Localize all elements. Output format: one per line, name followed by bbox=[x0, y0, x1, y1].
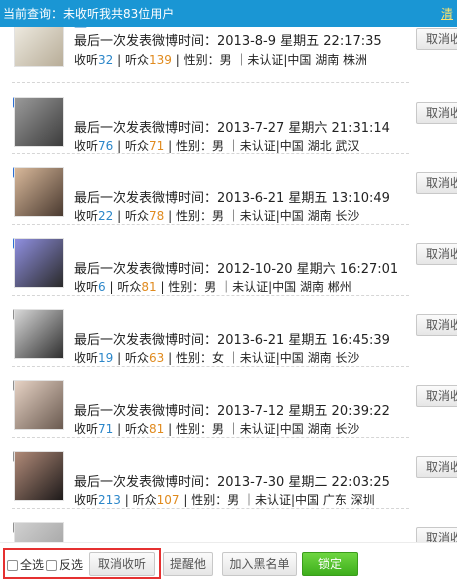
user-list: 王 最后一次发表微博时间：2013-8-9 星期五 22:17:35 收听32 … bbox=[0, 27, 457, 542]
list-item: 王 最后一次发表微博时间：2013-8-9 星期五 22:17:35 收听32 … bbox=[0, 27, 457, 83]
unfollow-button[interactable]: 取消收 bbox=[416, 527, 457, 542]
user-info: 性别：男 ｜未认证|中国 湖南 长沙 bbox=[175, 209, 360, 223]
list-item: 取消收 bbox=[0, 509, 457, 542]
user-stats: 收听76 | 听众71 | 性别：男 ｜未认证|中国 湖北 武汉 bbox=[74, 139, 360, 153]
fans-count[interactable]: 63 bbox=[149, 351, 164, 365]
last-post-time: 最后一次发表微博时间：2012-10-20 星期六 16:27:01 bbox=[74, 262, 399, 277]
unfollow-button[interactable]: 取消收 bbox=[416, 172, 457, 194]
last-post-time: 最后一次发表微博时间：2013-7-30 星期二 22:03:25 bbox=[74, 475, 390, 490]
listen-count[interactable]: 6 bbox=[98, 280, 106, 294]
unfollow-button[interactable]: 取消收 bbox=[416, 28, 457, 50]
fans-count[interactable]: 78 bbox=[149, 209, 164, 223]
listen-label: 收听 bbox=[74, 422, 99, 436]
list-item: 最后一次发表微博时间：2012-10-20 星期六 16:27:01 收听6 |… bbox=[0, 225, 457, 296]
avatar[interactable] bbox=[14, 309, 64, 359]
clear-link[interactable]: 清 bbox=[441, 5, 453, 22]
list-item: 最后一次发表微博时间：2013-7-27 星期六 21:31:14 收听76 |… bbox=[0, 83, 457, 154]
unfollow-button[interactable]: 取消收 bbox=[416, 314, 457, 336]
invert-label[interactable]: 反选 bbox=[59, 556, 83, 573]
listen-label: 收听 bbox=[74, 53, 99, 67]
last-post-time: 最后一次发表微博时间：2013-7-12 星期五 20:39:22 bbox=[74, 404, 390, 419]
invert-checkbox[interactable] bbox=[46, 560, 57, 571]
user-stats: 收听22 | 听众78 | 性别：男 ｜未认证|中国 湖南 长沙 bbox=[74, 209, 360, 223]
fans-label: 听众 bbox=[117, 280, 142, 294]
last-post-time: 最后一次发表微博时间：2013-6-21 星期五 13:10:49 bbox=[74, 191, 390, 206]
listen-label: 收听 bbox=[74, 351, 99, 365]
query-title: 当前查询：未收听我共83位用户 bbox=[3, 7, 175, 21]
list-item: 最后一次发表微博时间：2013-7-12 星期五 20:39:22 收听71 |… bbox=[0, 367, 457, 438]
listen-count[interactable]: 76 bbox=[98, 139, 113, 153]
avatar[interactable] bbox=[14, 27, 64, 67]
user-stats: 收听19 | 听众63 | 性别：女 ｜未认证|中国 湖南 长沙 bbox=[74, 351, 360, 365]
user-info: 性别：男 ｜未认证|中国 广东 深圳 bbox=[191, 493, 375, 507]
last-post-time: 最后一次发表微博时间：2013-6-21 星期五 16:45:39 bbox=[74, 333, 390, 348]
fans-label: 听众 bbox=[132, 493, 157, 507]
last-post-time: 最后一次发表微博时间：2013-8-9 星期五 22:17:35 bbox=[74, 34, 382, 49]
fans-count[interactable]: 139 bbox=[149, 53, 172, 67]
user-stats: 收听6 | 听众81 | 性别：男 ｜未认证|中国 湖南 郴州 bbox=[74, 280, 352, 294]
top-bar: 当前查询：未收听我共83位用户 清 bbox=[0, 0, 457, 27]
listen-label: 收听 bbox=[74, 209, 99, 223]
fans-count[interactable]: 107 bbox=[157, 493, 180, 507]
footer-toolbar: 全选 反选 取消收听 提醒他 加入黑名单 锁定 bbox=[0, 542, 457, 583]
list-item: 最后一次发表微博时间：2013-7-30 星期二 22:03:25 收听213 … bbox=[0, 438, 457, 509]
avatar[interactable] bbox=[14, 380, 64, 430]
fans-label: 听众 bbox=[124, 422, 149, 436]
fans-label: 听众 bbox=[124, 53, 149, 67]
fans-label: 听众 bbox=[124, 139, 149, 153]
avatar[interactable] bbox=[14, 522, 64, 542]
user-info: 性别：男 ｜未认证|中国 湖南 长沙 bbox=[175, 422, 360, 436]
fans-label: 听众 bbox=[124, 351, 149, 365]
list-item: 最后一次发表微博时间：2013-6-21 星期五 16:45:39 收听19 |… bbox=[0, 296, 457, 367]
select-all-checkbox[interactable] bbox=[7, 560, 18, 571]
listen-count[interactable]: 19 bbox=[98, 351, 113, 365]
user-info: 性别：女 ｜未认证|中国 湖南 长沙 bbox=[175, 351, 360, 365]
listen-count[interactable]: 213 bbox=[98, 493, 121, 507]
user-stats: 收听213 | 听众107 | 性别：男 ｜未认证|中国 广东 深圳 bbox=[74, 493, 375, 507]
unfollow-button[interactable]: 取消收 bbox=[416, 102, 457, 124]
unfollow-button[interactable]: 取消收 bbox=[416, 456, 457, 478]
listen-label: 收听 bbox=[74, 280, 99, 294]
blacklist-button[interactable]: 加入黑名单 bbox=[222, 552, 297, 576]
avatar[interactable] bbox=[14, 238, 64, 288]
fans-count[interactable]: 81 bbox=[141, 280, 156, 294]
fans-label: 听众 bbox=[124, 209, 149, 223]
avatar[interactable] bbox=[14, 167, 64, 217]
listen-count[interactable]: 71 bbox=[98, 422, 113, 436]
avatar[interactable] bbox=[14, 451, 64, 501]
unfollow-button[interactable]: 取消收 bbox=[416, 385, 457, 407]
unfollow-button[interactable]: 取消收 bbox=[416, 243, 457, 265]
last-post-time: 最后一次发表微博时间：2013-7-27 星期六 21:31:14 bbox=[74, 121, 390, 136]
listen-count[interactable]: 32 bbox=[98, 53, 113, 67]
remind-button[interactable]: 提醒他 bbox=[163, 552, 213, 576]
fans-count[interactable]: 81 bbox=[149, 422, 164, 436]
user-info: 性别：男 ｜未认证|中国 湖北 武汉 bbox=[175, 139, 360, 153]
fans-count[interactable]: 71 bbox=[149, 139, 164, 153]
listen-label: 收听 bbox=[74, 493, 99, 507]
avatar[interactable] bbox=[14, 97, 64, 147]
unfollow-selected-button[interactable]: 取消收听 bbox=[89, 552, 155, 576]
confirm-button[interactable]: 锁定 bbox=[302, 552, 358, 576]
user-stats: 收听71 | 听众81 | 性别：男 ｜未认证|中国 湖南 长沙 bbox=[74, 422, 360, 436]
listen-label: 收听 bbox=[74, 139, 99, 153]
user-stats: 收听32 | 听众139 | 性别：男 ｜未认证|中国 湖南 株洲 bbox=[74, 53, 368, 67]
list-item: 最后一次发表微博时间：2013-6-21 星期五 13:10:49 收听22 |… bbox=[0, 154, 457, 225]
user-info: 性别：男 ｜未认证|中国 湖南 株洲 bbox=[183, 53, 368, 67]
user-info: 性别：男 ｜未认证|中国 湖南 郴州 bbox=[168, 280, 352, 294]
listen-count[interactable]: 22 bbox=[98, 209, 113, 223]
select-all-label[interactable]: 全选 bbox=[20, 556, 44, 573]
